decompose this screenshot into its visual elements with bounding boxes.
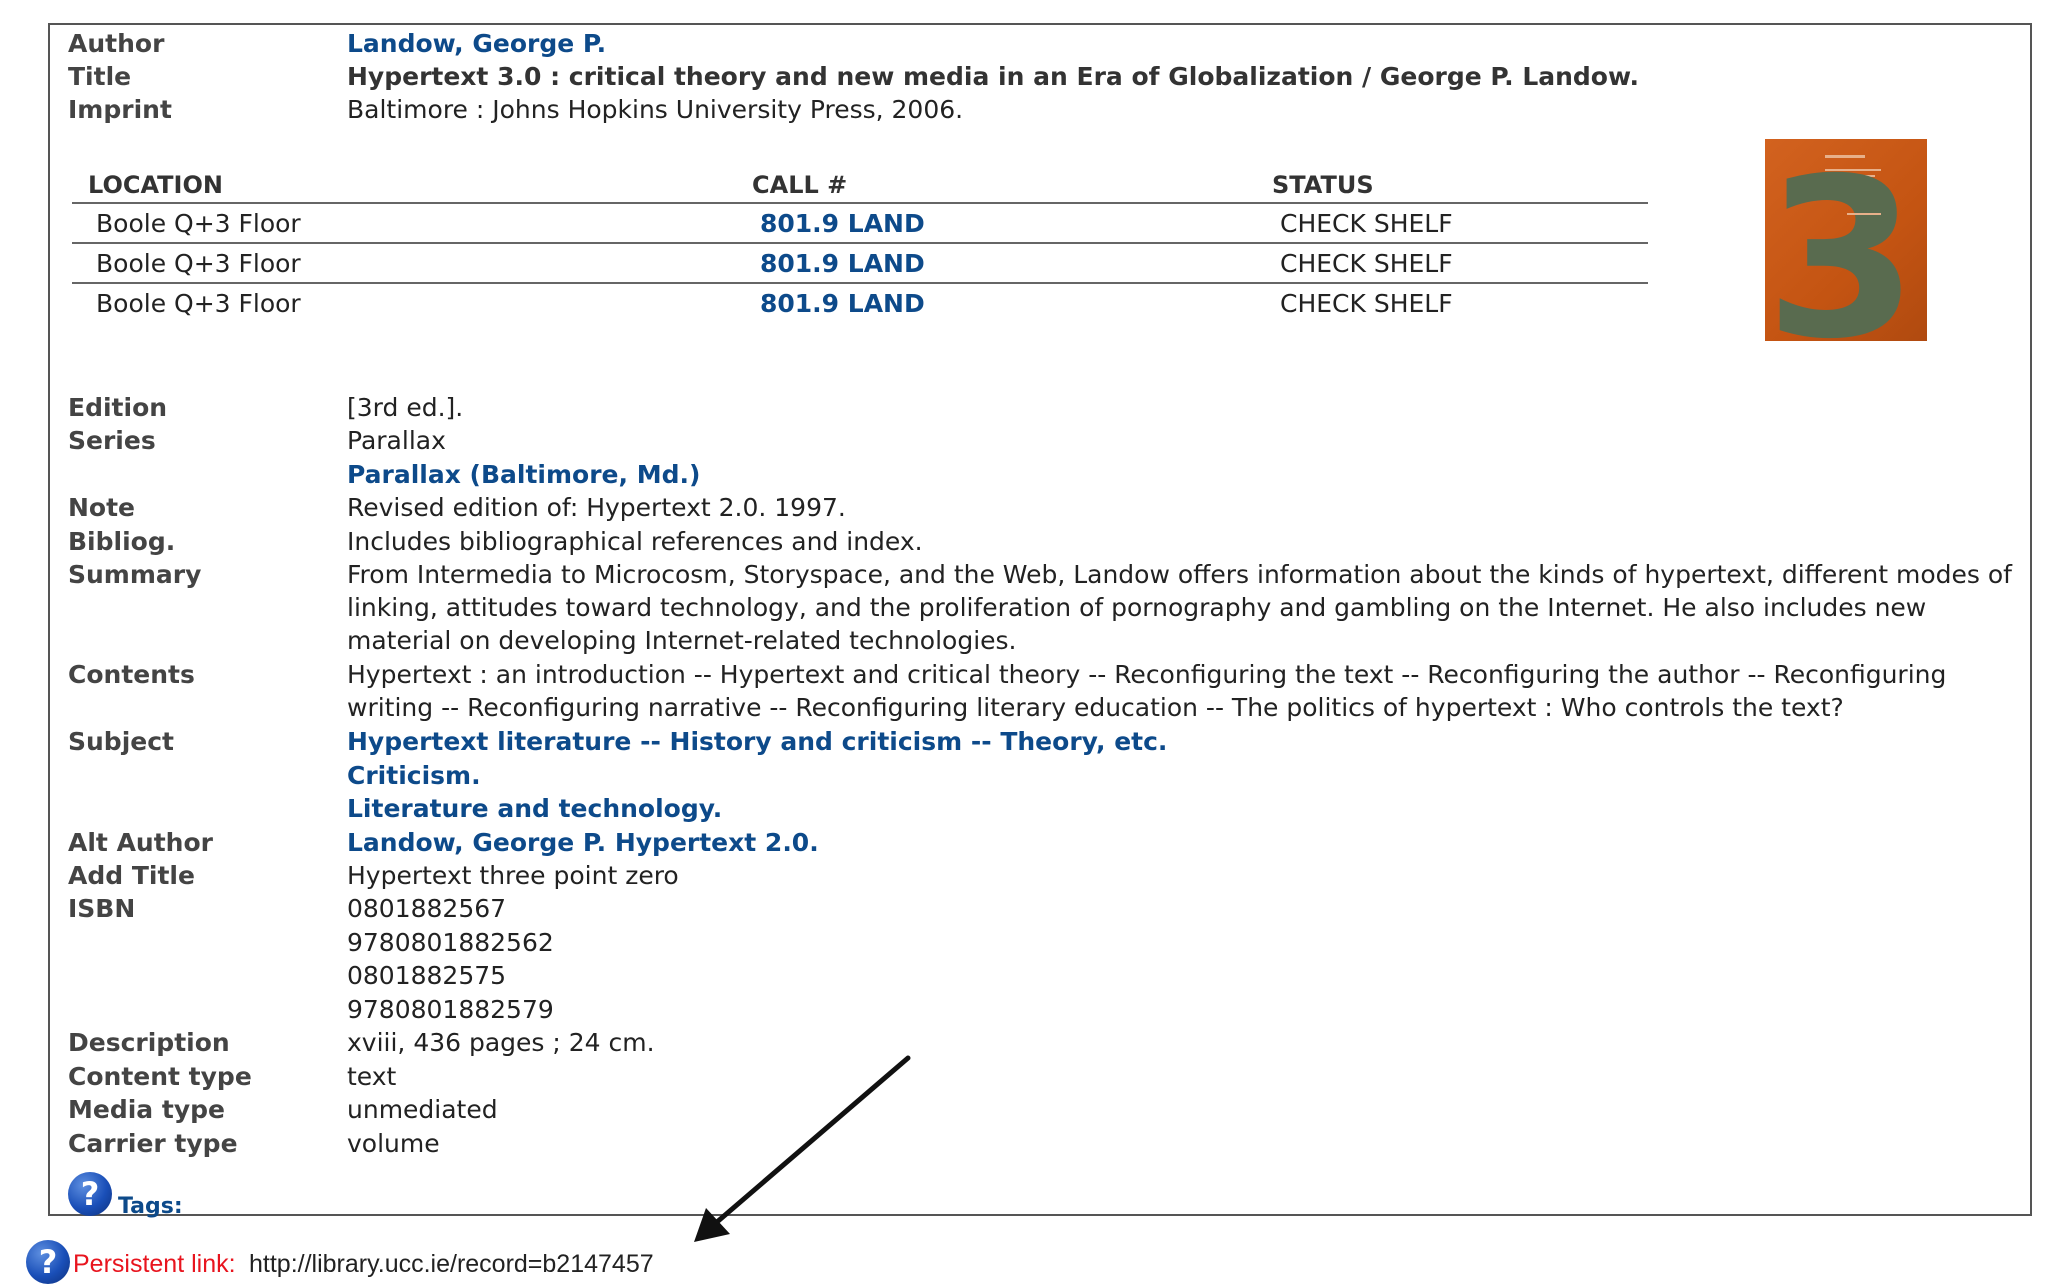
subject-link[interactable]: Hypertext literature -- History and crit… [347, 725, 1167, 758]
description-value: xviii, 436 pages ; 24 cm. [347, 1028, 655, 1057]
location-cell: Boole Q+3 Floor [96, 249, 301, 278]
persistent-link-url[interactable]: http://library.ucc.ie/record=b2147457 [249, 1249, 654, 1279]
tags-link[interactable]: Tags: [118, 1194, 183, 1220]
content-type-value: text [347, 1062, 397, 1091]
status-cell: CHECK SHELF [1280, 249, 1453, 278]
call-number-link[interactable]: 801.9 LAND [760, 248, 925, 280]
add-title-label: Add Title [68, 861, 195, 890]
isbn-value: 0801882567 [347, 894, 507, 923]
add-title-value: Hypertext three point zero [347, 861, 679, 890]
content-type-label: Content type [68, 1062, 252, 1091]
subject-label: Subject [68, 727, 174, 756]
location-cell: Boole Q+3 Floor [96, 289, 301, 318]
series-label: Series [68, 426, 156, 455]
subject-link[interactable]: Criticism. [347, 759, 481, 792]
description-label: Description [68, 1028, 230, 1057]
isbn-value: 9780801882562 [347, 928, 554, 957]
alt-author-link[interactable]: Landow, George P. Hypertext 2.0. [347, 826, 819, 859]
cover-numeral: 3 [1765, 139, 1919, 341]
subject-link[interactable]: Literature and technology. [347, 792, 722, 825]
call-number-link[interactable]: 801.9 LAND [760, 288, 925, 320]
note-label: Note [68, 493, 136, 522]
book-cover-image[interactable]: 3 [1765, 139, 1927, 341]
author-link[interactable]: Landow, George P. [347, 27, 606, 60]
media-type-value: unmediated [347, 1095, 498, 1124]
holdings-row: Boole Q+3 Floor 801.9 LAND CHECK SHELF [72, 242, 1648, 284]
bibliog-value: Includes bibliographical references and … [347, 527, 923, 556]
isbn-value: 9780801882579 [347, 995, 554, 1024]
annotation-arrow-icon [694, 1055, 911, 1242]
isbn-value: 0801882575 [347, 961, 507, 990]
call-number-header: CALL # [752, 171, 848, 199]
title-label: Title [68, 62, 132, 91]
bibliog-label: Bibliog. [68, 527, 176, 556]
edition-label: Edition [68, 393, 168, 422]
cover-author-line [1847, 213, 1881, 215]
series-link[interactable]: Parallax (Baltimore, Md.) [347, 458, 700, 491]
imprint-label: Imprint [68, 95, 172, 124]
persistent-link-help-icon[interactable]: ? [26, 1240, 70, 1284]
isbn-label: ISBN [68, 894, 136, 923]
holdings-row: Boole Q+3 Floor 801.9 LAND CHECK SHELF [72, 282, 1648, 324]
alt-author-label: Alt Author [68, 828, 213, 857]
status-cell: CHECK SHELF [1280, 209, 1453, 238]
status-header: STATUS [1272, 171, 1374, 199]
holdings-row: Boole Q+3 Floor 801.9 LAND CHECK SHELF [72, 202, 1648, 244]
location-cell: Boole Q+3 Floor [96, 209, 301, 238]
edition-value: [3rd ed.]. [347, 393, 464, 422]
author-label: Author [68, 29, 165, 58]
contents-label: Contents [68, 660, 195, 689]
note-value: Revised edition of: Hypertext 2.0. 1997. [347, 493, 846, 522]
media-type-label: Media type [68, 1095, 225, 1124]
tags-help-icon[interactable]: ? [68, 1172, 112, 1216]
summary-value: From Intermedia to Microcosm, Storyspace… [347, 560, 2012, 655]
location-header: LOCATION [88, 171, 223, 199]
call-number-link[interactable]: 801.9 LAND [760, 208, 925, 240]
persistent-link-label: Persistent link: [73, 1250, 236, 1278]
title-value: Hypertext 3.0 : critical theory and new … [347, 62, 1639, 91]
contents-value: Hypertext : an introduction -- Hypertext… [347, 660, 1947, 722]
series-value: Parallax [347, 426, 446, 455]
summary-label: Summary [68, 560, 202, 589]
carrier-type-value: volume [347, 1129, 440, 1158]
carrier-type-label: Carrier type [68, 1129, 238, 1158]
imprint-value: Baltimore : Johns Hopkins University Pre… [347, 95, 964, 124]
status-cell: CHECK SHELF [1280, 289, 1453, 318]
